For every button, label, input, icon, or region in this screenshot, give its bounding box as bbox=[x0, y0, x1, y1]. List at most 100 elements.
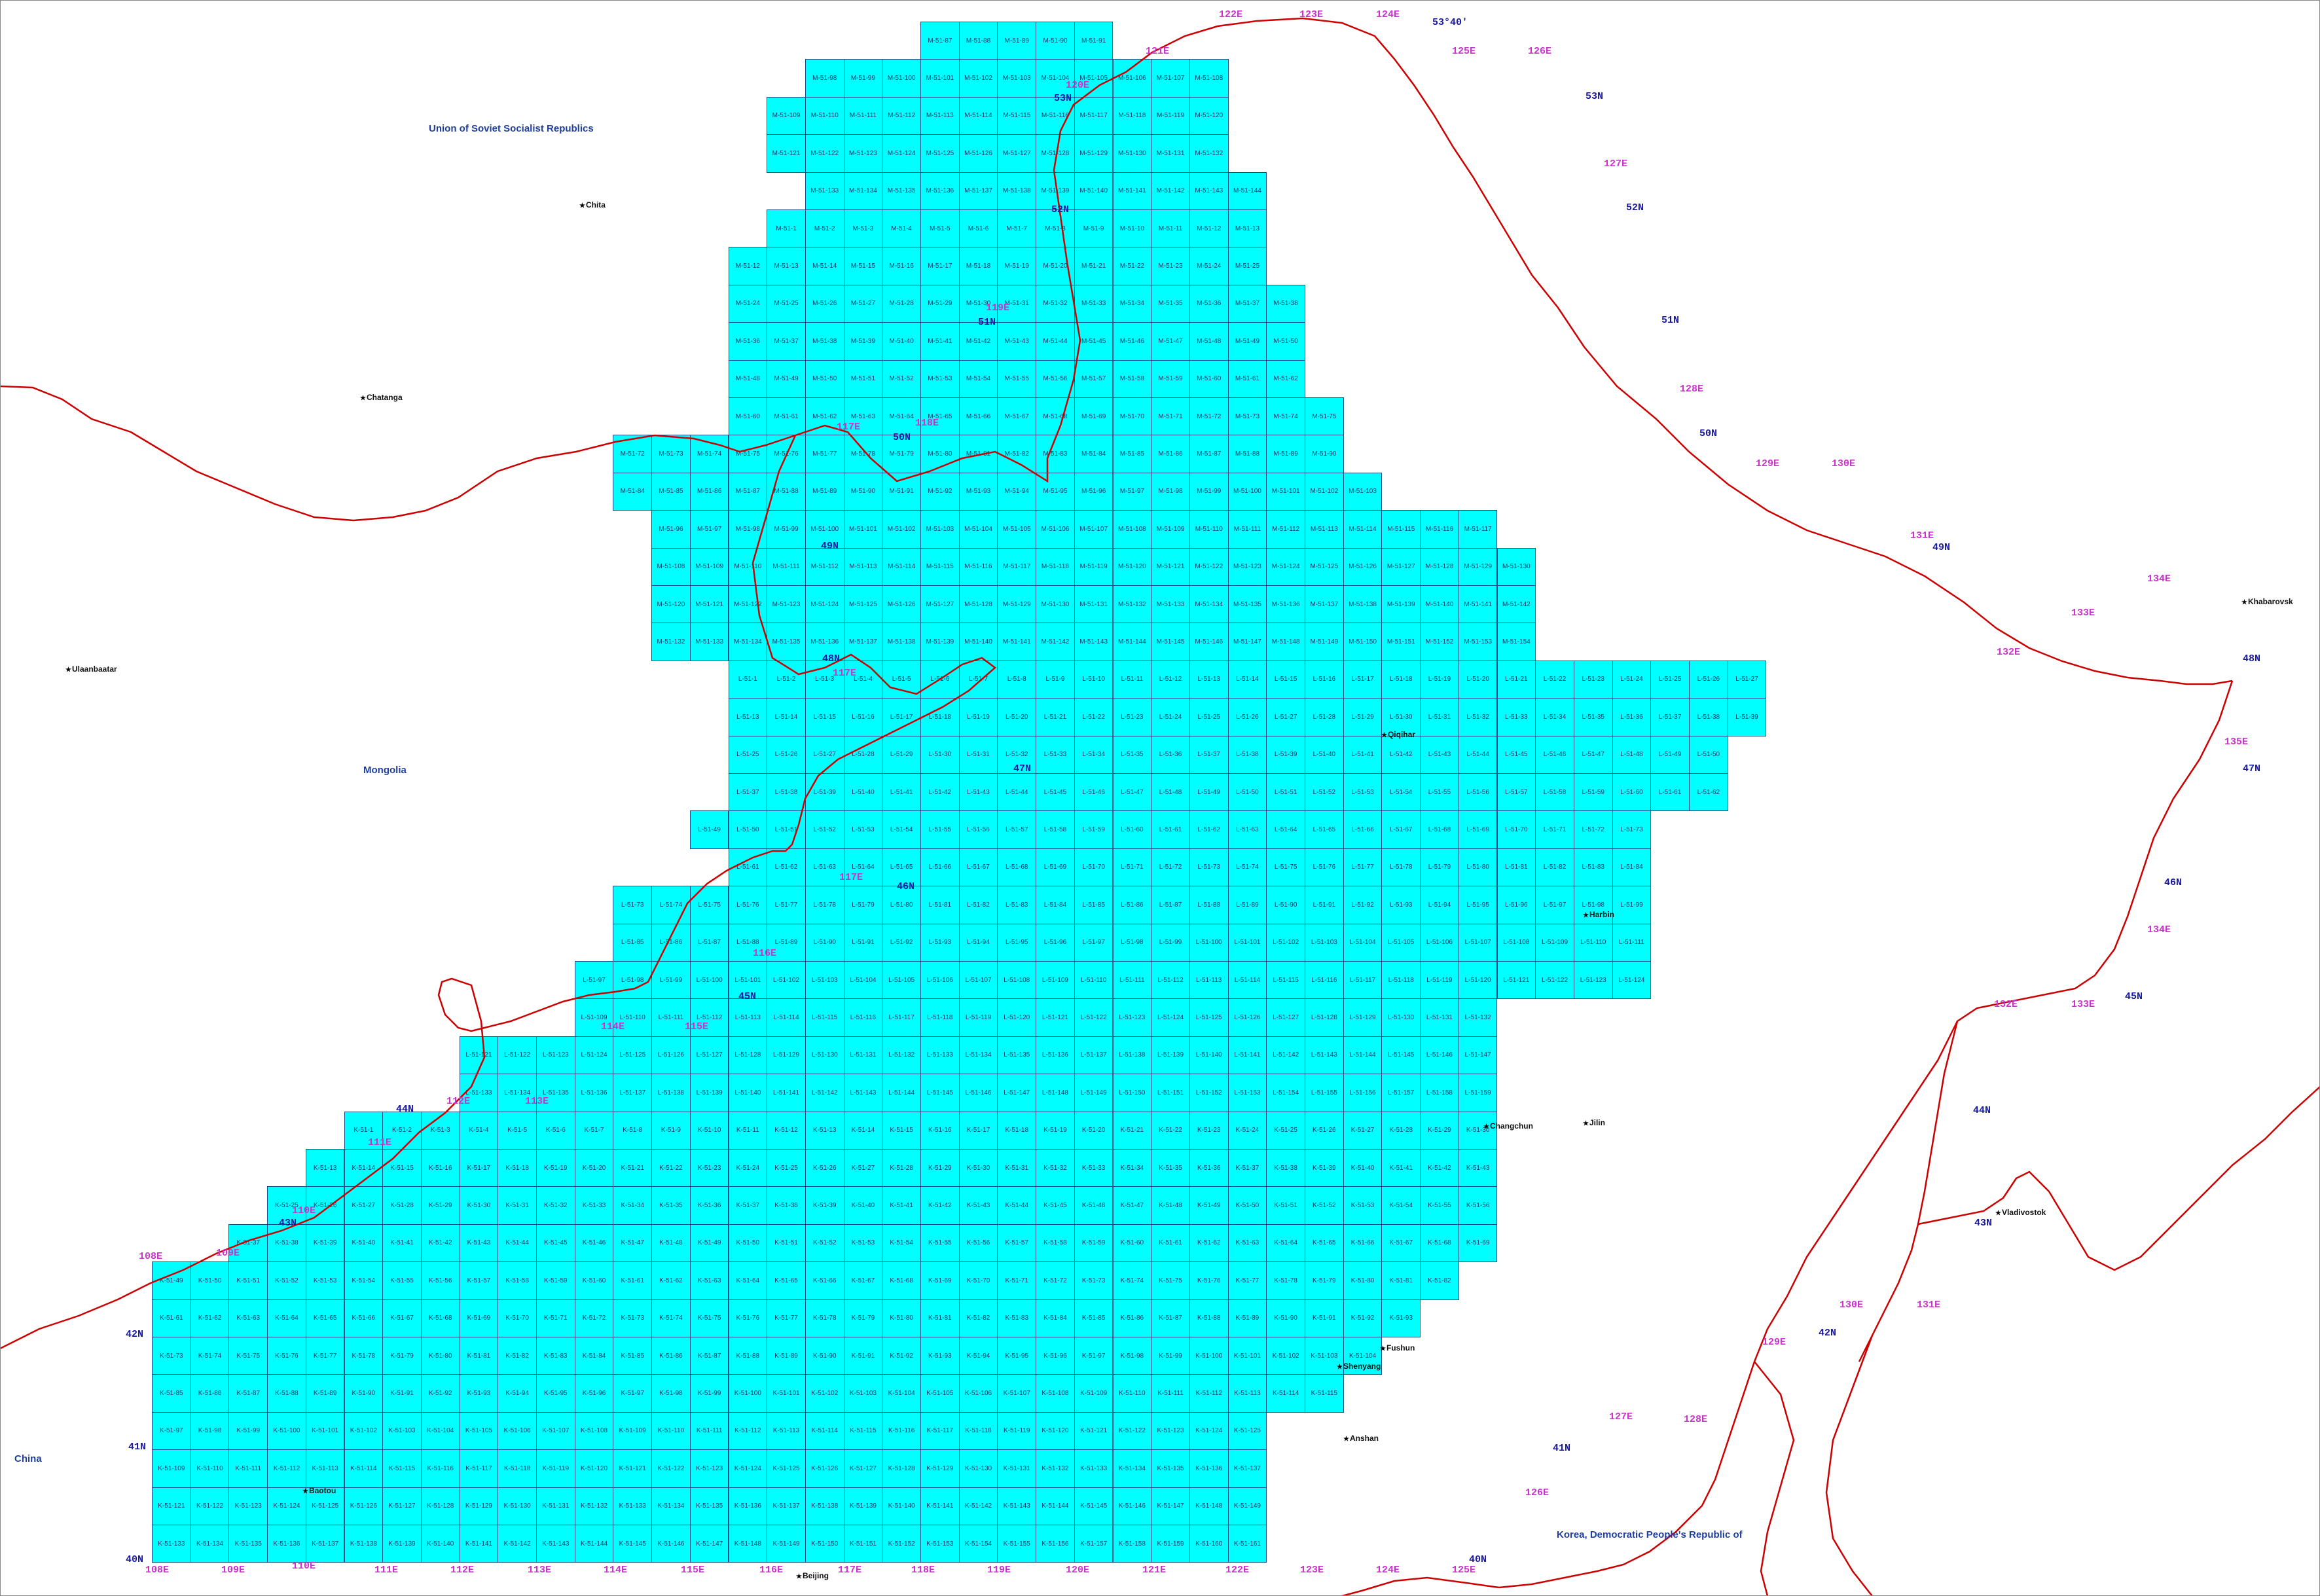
sheet-cell[interactable]: K-51-144 bbox=[574, 1525, 614, 1563]
sheet-cell[interactable]: K-51-42 bbox=[1420, 1149, 1459, 1188]
sheet-cell[interactable]: K-51-138 bbox=[344, 1525, 384, 1563]
sheet-cell[interactable]: M-51-20 bbox=[1036, 247, 1075, 285]
sheet-cell[interactable]: L-51-106 bbox=[920, 961, 960, 1000]
sheet-cell[interactable]: L-51-53 bbox=[843, 810, 883, 849]
sheet-cell[interactable]: M-51-132 bbox=[651, 623, 691, 661]
sheet-cell[interactable]: L-51-11 bbox=[1112, 660, 1152, 699]
sheet-cell[interactable]: L-51-136 bbox=[1036, 1036, 1075, 1075]
sheet-cell[interactable]: M-51-120 bbox=[651, 585, 691, 624]
sheet-cell[interactable]: M-51-4 bbox=[882, 209, 921, 248]
sheet-cell[interactable]: K-51-35 bbox=[1151, 1149, 1190, 1188]
sheet-cell[interactable]: K-51-127 bbox=[843, 1449, 883, 1488]
sheet-cell[interactable]: K-51-49 bbox=[1189, 1186, 1229, 1225]
sheet-cell[interactable]: M-51-103 bbox=[920, 510, 960, 549]
sheet-cell[interactable]: K-51-13 bbox=[305, 1149, 345, 1188]
sheet-cell[interactable]: L-51-73 bbox=[1189, 848, 1229, 887]
sheet-cell[interactable]: K-51-17 bbox=[958, 1111, 998, 1150]
sheet-cell[interactable]: K-51-148 bbox=[1189, 1487, 1229, 1525]
sheet-cell[interactable]: L-51-53 bbox=[1343, 773, 1383, 812]
sheet-cell[interactable]: M-51-40 bbox=[882, 322, 921, 361]
sheet-cell[interactable]: K-51-120 bbox=[574, 1449, 614, 1488]
sheet-cell[interactable]: K-51-79 bbox=[1305, 1261, 1344, 1300]
sheet-cell[interactable]: K-51-56 bbox=[1458, 1186, 1498, 1225]
sheet-cell[interactable]: K-51-59 bbox=[536, 1261, 575, 1300]
sheet-cell[interactable]: K-51-46 bbox=[574, 1224, 614, 1263]
sheet-cell[interactable]: L-51-87 bbox=[689, 923, 729, 962]
sheet-cell[interactable]: K-51-161 bbox=[1227, 1525, 1267, 1563]
sheet-cell[interactable]: L-51-17 bbox=[1343, 660, 1383, 699]
sheet-cell[interactable]: M-51-105 bbox=[997, 510, 1037, 549]
sheet-cell[interactable]: L-51-99 bbox=[1151, 923, 1190, 962]
sheet-cell[interactable]: K-51-114 bbox=[344, 1449, 384, 1488]
sheet-cell[interactable]: L-51-153 bbox=[1227, 1074, 1267, 1112]
sheet-cell[interactable]: K-51-22 bbox=[651, 1149, 691, 1188]
sheet-cell[interactable]: K-51-76 bbox=[728, 1299, 768, 1337]
sheet-cell[interactable]: M-51-123 bbox=[767, 585, 806, 624]
sheet-cell[interactable]: L-51-115 bbox=[1266, 961, 1305, 1000]
sheet-cell[interactable]: K-51-52 bbox=[805, 1224, 844, 1263]
sheet-cell[interactable]: L-51-24 bbox=[1151, 698, 1190, 736]
sheet-cell[interactable]: L-51-124 bbox=[1151, 998, 1190, 1037]
sheet-cell[interactable]: L-51-22 bbox=[1074, 698, 1114, 736]
sheet-cell[interactable]: K-51-152 bbox=[882, 1525, 921, 1563]
sheet-cell[interactable]: K-51-67 bbox=[382, 1299, 422, 1337]
sheet-cell[interactable]: L-51-57 bbox=[1496, 773, 1536, 812]
sheet-cell[interactable]: M-51-33 bbox=[1074, 284, 1114, 323]
sheet-cell[interactable]: K-51-60 bbox=[574, 1261, 614, 1300]
sheet-cell[interactable]: M-51-114 bbox=[958, 96, 998, 136]
sheet-cell[interactable]: K-51-46 bbox=[1074, 1186, 1114, 1225]
sheet-cell[interactable]: K-51-106 bbox=[498, 1411, 537, 1451]
sheet-cell[interactable]: M-51-10 bbox=[1112, 209, 1152, 248]
sheet-cell[interactable]: M-51-91 bbox=[882, 472, 921, 511]
sheet-cell[interactable]: M-51-135 bbox=[882, 172, 921, 210]
sheet-cell[interactable]: M-51-109 bbox=[689, 547, 729, 586]
sheet-cell[interactable]: K-51-62 bbox=[190, 1299, 230, 1337]
sheet-cell[interactable]: K-51-19 bbox=[536, 1149, 575, 1188]
sheet-cell[interactable]: K-51-107 bbox=[997, 1374, 1037, 1413]
sheet-cell[interactable]: K-51-29 bbox=[1420, 1111, 1459, 1150]
sheet-cell[interactable]: L-51-96 bbox=[1036, 923, 1075, 962]
sheet-cell[interactable]: L-51-58 bbox=[1535, 773, 1574, 812]
sheet-cell[interactable]: K-51-31 bbox=[997, 1149, 1037, 1188]
sheet-cell[interactable]: L-51-48 bbox=[1151, 773, 1190, 812]
sheet-cell[interactable]: L-51-81 bbox=[1496, 848, 1536, 887]
sheet-cell[interactable]: M-51-46 bbox=[1112, 322, 1152, 361]
sheet-cell[interactable]: K-51-99 bbox=[228, 1411, 268, 1451]
sheet-cell[interactable]: K-51-118 bbox=[498, 1449, 537, 1488]
sheet-cell[interactable]: L-51-52 bbox=[1305, 773, 1344, 812]
sheet-cell[interactable]: K-51-83 bbox=[997, 1299, 1037, 1337]
sheet-cell[interactable]: L-51-71 bbox=[1535, 810, 1574, 849]
sheet-cell[interactable]: L-51-13 bbox=[1189, 660, 1229, 699]
sheet-cell[interactable]: L-51-63 bbox=[805, 848, 844, 887]
sheet-cell[interactable]: M-51-1 bbox=[767, 209, 806, 248]
sheet-cell[interactable]: L-51-72 bbox=[1151, 848, 1190, 887]
sheet-cell[interactable]: K-51-134 bbox=[190, 1525, 230, 1563]
sheet-cell[interactable]: L-51-74 bbox=[651, 886, 691, 924]
sheet-cell[interactable]: K-51-112 bbox=[267, 1449, 306, 1488]
sheet-cell[interactable]: M-51-56 bbox=[1036, 359, 1075, 398]
sheet-cell[interactable]: L-51-35 bbox=[1112, 735, 1152, 774]
sheet-cell[interactable]: L-51-127 bbox=[1266, 998, 1305, 1037]
sheet-cell[interactable]: M-51-136 bbox=[1266, 585, 1305, 624]
sheet-cell[interactable]: L-51-97 bbox=[1535, 886, 1574, 924]
sheet-cell[interactable]: K-51-103 bbox=[843, 1374, 883, 1413]
sheet-cell[interactable]: L-51-146 bbox=[1420, 1036, 1459, 1075]
sheet-cell[interactable]: L-51-22 bbox=[1535, 660, 1574, 699]
sheet-cell[interactable]: M-51-5 bbox=[920, 209, 960, 248]
sheet-cell[interactable]: K-51-102 bbox=[805, 1374, 844, 1413]
sheet-cell[interactable]: L-51-144 bbox=[1343, 1036, 1383, 1075]
sheet-cell[interactable]: K-51-156 bbox=[1036, 1525, 1075, 1563]
sheet-cell[interactable]: L-51-159 bbox=[1458, 1074, 1498, 1112]
sheet-cell[interactable]: M-51-147 bbox=[1227, 623, 1267, 661]
sheet-cell[interactable]: K-51-86 bbox=[190, 1374, 230, 1413]
sheet-cell[interactable]: M-51-115 bbox=[1381, 510, 1421, 549]
sheet-cell[interactable]: K-51-101 bbox=[1227, 1337, 1267, 1375]
sheet-cell[interactable]: L-51-145 bbox=[920, 1074, 960, 1112]
sheet-cell[interactable]: M-51-144 bbox=[1112, 623, 1152, 661]
sheet-cell[interactable]: M-51-24 bbox=[728, 284, 768, 323]
sheet-cell[interactable]: K-51-132 bbox=[574, 1487, 614, 1525]
sheet-cell[interactable]: K-51-36 bbox=[1189, 1149, 1229, 1188]
sheet-cell[interactable]: K-51-57 bbox=[459, 1261, 499, 1300]
sheet-cell[interactable]: M-51-64 bbox=[882, 397, 921, 436]
sheet-cell[interactable]: L-51-59 bbox=[1074, 810, 1114, 849]
